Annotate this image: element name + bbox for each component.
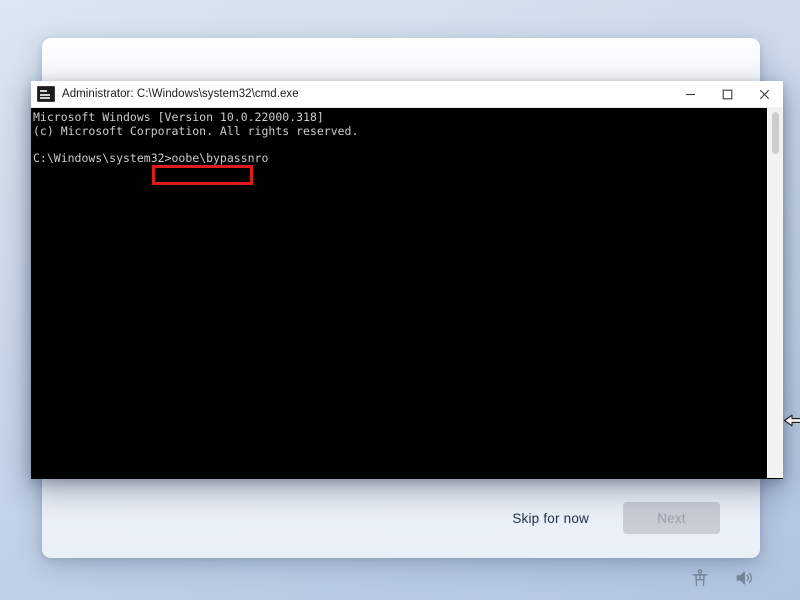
mouse-pointer-left-icon: [783, 412, 800, 436]
maximize-icon[interactable]: [709, 81, 746, 107]
volume-icon[interactable]: [734, 568, 754, 588]
cmd-window-title: Administrator: C:\Windows\system32\cmd.e…: [62, 88, 299, 100]
oobe-tray: [690, 568, 754, 588]
console-scrollbar-thumb[interactable]: [772, 112, 779, 154]
oobe-footer: Skip for now Next: [42, 478, 760, 558]
accessibility-icon[interactable]: [690, 568, 710, 588]
window-controls: [672, 81, 783, 107]
minimize-icon[interactable]: [672, 81, 709, 107]
command-prompt-window[interactable]: Administrator: C:\Windows\system32\cmd.e…: [31, 81, 783, 479]
close-icon[interactable]: [746, 81, 783, 107]
console-output-area[interactable]: Microsoft Windows [Version 10.0.22000.31…: [31, 108, 783, 479]
console-text: Microsoft Windows [Version 10.0.22000.31…: [33, 111, 358, 165]
console-icon: [37, 86, 55, 102]
cmd-titlebar[interactable]: Administrator: C:\Windows\system32\cmd.e…: [31, 81, 783, 108]
screen: Skip for now Next Adm: [0, 0, 800, 600]
console-scrollbar[interactable]: [767, 107, 783, 478]
red-annotation-box: [152, 165, 253, 185]
next-button[interactable]: Next: [623, 502, 720, 534]
skip-for-now-link[interactable]: Skip for now: [512, 511, 589, 526]
